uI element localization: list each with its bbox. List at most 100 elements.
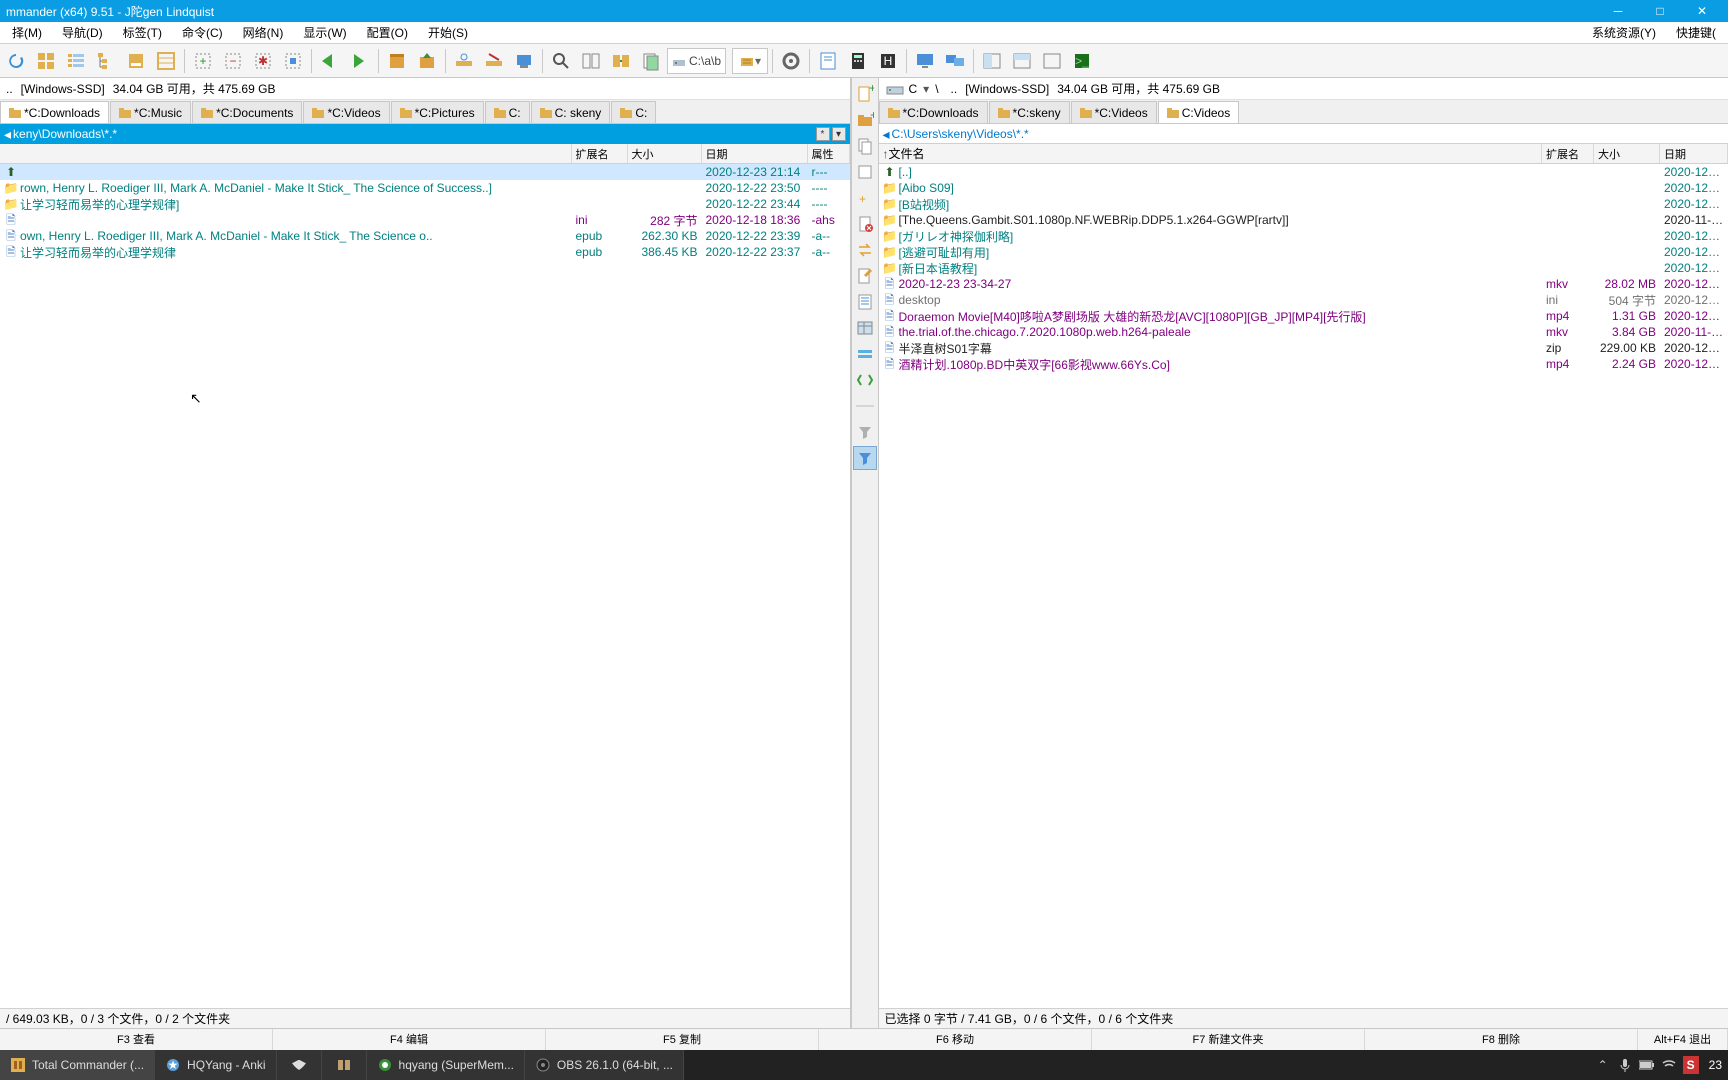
col-size[interactable]: 大小 [628,144,702,163]
file-row[interactable]: ⬆2020-12-23 21:14r--- [0,164,850,180]
right-file-list[interactable]: ⬆[..]2020-12-23📁[Aibo S09]2020-12-22📁[B站… [879,164,1728,1008]
minimize-button[interactable]: ─ [1598,1,1638,21]
file-row[interactable]: 📁[新日本语教程]2020-12-19 [879,260,1728,276]
task-totalcmd[interactable]: Total Commander (... [0,1050,155,1080]
mid-equal-icon[interactable] [853,342,877,366]
col-ext[interactable]: 扩展名 [1542,144,1594,163]
tab-item[interactable]: C: skeny [531,101,611,123]
tray-chevron-icon[interactable]: ⌃ [1595,1057,1611,1073]
tb-unpack-icon[interactable] [413,47,441,75]
tb-drive-dropdown[interactable]: C:\a\b [667,48,726,74]
path-fav-button[interactable]: * [816,127,830,141]
tb-notepad-icon[interactable] [814,47,842,75]
tb-ftp-icon[interactable] [510,47,538,75]
file-row[interactable]: 📁[ガリレオ神探伽利略]2020-12-21 [879,228,1728,244]
f3-view[interactable]: F3 查看 [0,1029,273,1050]
tab-item[interactable]: *C:Videos [303,101,389,123]
tray-ime-icon[interactable]: S [1683,1056,1699,1074]
menu-start[interactable]: 开始(S) [418,22,478,43]
tab-item[interactable]: *C:Downloads [879,101,988,123]
mid-swap-icon[interactable] [853,238,877,262]
tb-select-save-icon[interactable] [279,47,307,75]
menu-tabs[interactable]: 标签(T) [113,22,172,43]
mid-listing-icon[interactable] [853,290,877,314]
mid-columns-icon[interactable] [853,316,877,340]
tb-hex-icon[interactable]: H [874,47,902,75]
col-attr[interactable]: 属性 [808,144,850,163]
tb-copynames-icon[interactable] [637,47,665,75]
close-button[interactable]: ✕ [1682,1,1722,21]
menu-nav[interactable]: 导航(D) [52,22,113,43]
mid-addplus-icon[interactable]: + [853,186,877,210]
tb-history-dropdown[interactable]: ▾ [732,48,768,74]
file-row[interactable]: 🗎the.trial.of.the.chicago.7.2020.1080p.w… [879,324,1728,340]
task-bat[interactable] [277,1050,322,1080]
tb-refresh-icon[interactable] [2,47,30,75]
tb-view-brief-icon[interactable] [152,47,180,75]
col-name[interactable]: ↑文件名 [879,144,1543,163]
mid-filter-on-icon[interactable] [853,446,877,470]
menu-show[interactable]: 显示(W) [293,22,356,43]
tb-monitor-icon[interactable] [911,47,939,75]
file-row[interactable]: 📁[Aibo S09]2020-12-22 [879,180,1728,196]
menu-net[interactable]: 网络(N) [233,22,294,43]
tray-wifi-icon[interactable] [1661,1057,1677,1073]
left-path-bar[interactable]: ◂ keny\Downloads\*.* * ▾ [0,124,850,144]
tb-select-remove-icon[interactable]: − [219,47,247,75]
file-row[interactable]: 📁[B站视频]2020-12-21 [879,196,1728,212]
file-row[interactable]: 📁rown, Henry L. Roediger III, Mark A. Mc… [0,180,850,196]
f8-delete[interactable]: F8 删除 [1365,1029,1638,1050]
file-row[interactable]: 🗎酒精计划.1080p.BD中英双字[66影视www.66Ys.Co]mp42.… [879,356,1728,372]
tab-item[interactable]: *C:Pictures [391,101,484,123]
tb-config-icon[interactable] [777,47,805,75]
file-row[interactable]: 📁[逃避可耻却有用]2020-12-19 [879,244,1728,260]
file-row[interactable]: 🗎ini282 字节2020-12-18 18:36-ahs [0,212,850,228]
right-path-bar[interactable]: ◂ C:\Users\skeny\Videos\*.* [879,124,1728,144]
col-date[interactable]: 日期 [702,144,808,163]
tray-clock[interactable]: 23 [1705,1058,1722,1072]
menu-sysres[interactable]: 系统资源(Y) [1582,22,1666,43]
col-name[interactable] [0,144,572,163]
col-date[interactable]: 日期 [1660,144,1728,163]
drive-letter[interactable]: C [909,82,918,96]
tb-select-invert-icon[interactable]: ✱ [249,47,277,75]
drive-root[interactable]: \ [935,82,938,96]
file-row[interactable]: 🗎Doraemon Movie[M40]哆啦A梦剧场版 大雄的新恐龙[AVC][… [879,308,1728,324]
tb-admin-icon[interactable]: >_ [1068,47,1096,75]
tb-view-thumbs-icon[interactable] [32,47,60,75]
col-size[interactable]: 大小 [1594,144,1660,163]
mid-newfolder-icon[interactable]: + [853,108,877,132]
tb-select-add-icon[interactable]: + [189,47,217,75]
mid-edit-icon[interactable] [853,264,877,288]
task-supermemo[interactable]: hqyang (SuperMem... [367,1050,525,1080]
file-row[interactable]: 🗎own, Henry L. Roediger III, Mark A. McD… [0,228,850,244]
file-row[interactable]: 🗎半泽直树S01字幕zip229.00 KB2020-12-19 [879,340,1728,356]
tb-netdisconnect-icon[interactable] [480,47,508,75]
tab-item[interactable]: *C:Videos [1071,101,1157,123]
tb-panel3-icon[interactable] [1038,47,1066,75]
tb-pack-icon[interactable] [383,47,411,75]
mid-expand-icon[interactable] [853,368,877,392]
file-row[interactable]: 📁[The.Queens.Gambit.S01.1080p.NF.WEBRip.… [879,212,1728,228]
file-row[interactable]: 📁让学习轻而易举的心理学规律]2020-12-22 23:44---- [0,196,850,212]
tb-back-icon[interactable] [316,47,344,75]
drive-c-icon[interactable] [885,81,905,97]
f4-edit[interactable]: F4 编辑 [273,1029,546,1050]
file-row[interactable]: 🗎desktopini504 字节2020-12-18 [879,292,1728,308]
tb-view-list-icon[interactable] [62,47,90,75]
altf4-exit[interactable]: Alt+F4 退出 [1638,1029,1728,1050]
tb-panel2-icon[interactable] [1008,47,1036,75]
menu-cmd[interactable]: 命令(C) [172,22,233,43]
drive-up[interactable]: .. [6,82,13,96]
tab-item[interactable]: *C:Documents [192,101,302,123]
tray-battery-icon[interactable] [1639,1057,1655,1073]
menu-shortcuts[interactable]: 快捷键( [1666,22,1726,43]
tb-netdrive-icon[interactable] [450,47,478,75]
tb-view-icons-icon[interactable] [122,47,150,75]
tb-forward-icon[interactable] [346,47,374,75]
task-anki[interactable]: ★HQYang - Anki [155,1050,276,1080]
tab-item[interactable]: C: [611,101,656,123]
col-ext[interactable]: 扩展名 [572,144,628,163]
file-row[interactable]: 🗎让学习轻而易举的心理学规律epub386.45 KB2020-12-22 23… [0,244,850,260]
file-row[interactable]: ⬆[..]2020-12-23 [879,164,1728,180]
